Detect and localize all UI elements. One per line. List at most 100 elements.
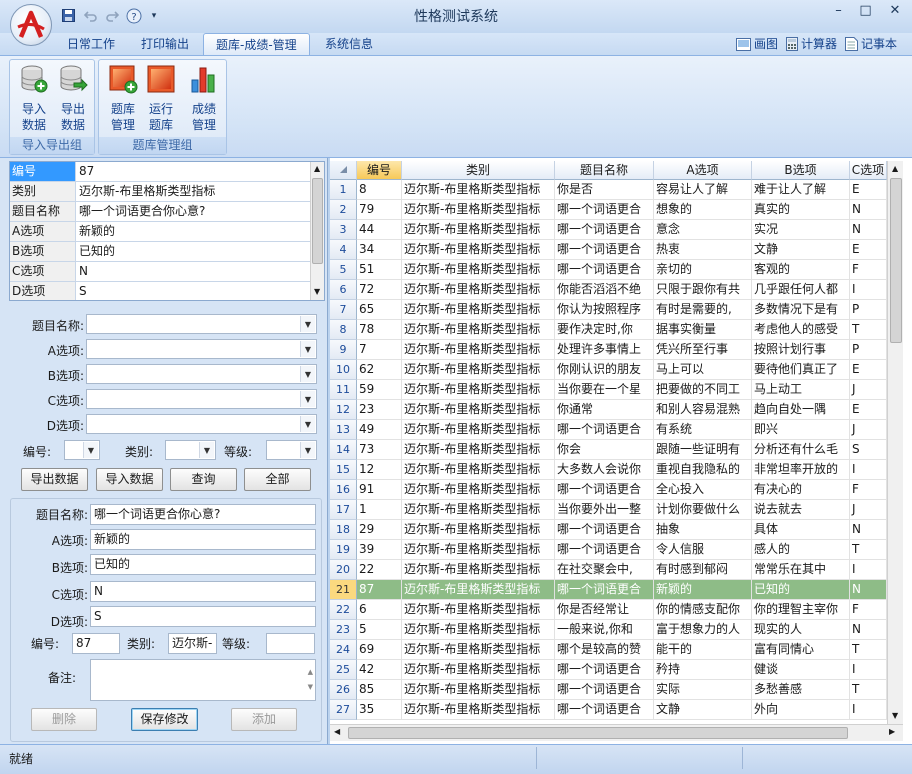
chevron-down-icon[interactable]: ▼ — [199, 442, 214, 458]
chevron-down-icon[interactable]: ▼ — [300, 391, 315, 407]
cell-question[interactable]: 你认为按照程序 — [555, 300, 654, 319]
cell-option-b[interactable]: 已知的 — [752, 580, 850, 599]
cell-option-c[interactable]: P — [850, 340, 887, 359]
cell-option-a[interactable]: 你的情感支配你 — [654, 600, 752, 619]
row-header[interactable]: 19 — [330, 540, 357, 560]
cell-option-c[interactable]: I — [850, 280, 887, 299]
detail-row-option-d[interactable]: D选项 S — [10, 282, 312, 300]
cell-option-c[interactable]: N — [850, 520, 887, 539]
cell-option-c[interactable]: T — [850, 680, 887, 699]
cell-id[interactable]: 91 — [357, 480, 402, 499]
minimize-button[interactable]: – — [825, 0, 852, 21]
cell-question[interactable]: 你会 — [555, 440, 654, 459]
cell-option-c[interactable]: J — [850, 380, 887, 399]
cell-category[interactable]: 迈尔斯-布里格斯类型指标 — [402, 440, 555, 459]
tab-daily-work[interactable]: 日常工作 — [55, 33, 127, 55]
chevron-down-icon[interactable]: ▼ — [300, 341, 315, 357]
table-row[interactable]: 12 迈尔斯-布里格斯类型指标 大多数人会说你 重视自我隐私的 非常坦率开放的 I — [357, 460, 887, 480]
cell-option-a[interactable]: 抽象 — [654, 520, 752, 539]
cell-option-b[interactable]: 现实的人 — [752, 620, 850, 639]
cell-option-b[interactable]: 考虑他人的感受 — [752, 320, 850, 339]
cell-option-a[interactable]: 令人信服 — [654, 540, 752, 559]
cell-option-b[interactable]: 马上动工 — [752, 380, 850, 399]
cell-category[interactable]: 迈尔斯-布里格斯类型指标 — [402, 280, 555, 299]
table-row[interactable]: 22 迈尔斯-布里格斯类型指标 在社交聚会中, 有时感到郁闷 常常乐在其中 I — [357, 560, 887, 580]
table-row[interactable]: 42 迈尔斯-布里格斯类型指标 哪一个词语更合 矜持 健谈 I — [357, 660, 887, 680]
cell-option-b[interactable]: 健谈 — [752, 660, 850, 679]
cell-option-a[interactable]: 想象的 — [654, 200, 752, 219]
cell-id[interactable]: 35 — [357, 700, 402, 719]
cell-question[interactable]: 一般来说,你和 — [555, 620, 654, 639]
cell-option-a[interactable]: 跟随一些证明有 — [654, 440, 752, 459]
cell-category[interactable]: 迈尔斯-布里格斯类型指标 — [402, 240, 555, 259]
column-header-id[interactable]: 编号 — [357, 161, 402, 180]
row-header[interactable]: 14 — [330, 440, 357, 460]
scroll-up-icon[interactable]: ▲ — [892, 164, 898, 173]
grid-horizontal-scrollbar[interactable]: ◀ ▶ — [330, 724, 903, 741]
cell-id[interactable]: 85 — [357, 680, 402, 699]
cell-option-b[interactable]: 按照计划行事 — [752, 340, 850, 359]
cell-option-c[interactable]: T — [850, 320, 887, 339]
row-header[interactable]: 2 — [330, 200, 357, 220]
table-row[interactable]: 8 迈尔斯-布里格斯类型指标 你是否 容易让人了解 难于让人了解 E — [357, 180, 887, 200]
cell-option-a[interactable]: 和别人容易混熟 — [654, 400, 752, 419]
cell-option-b[interactable]: 多数情况下是有 — [752, 300, 850, 319]
cell-category[interactable]: 迈尔斯-布里格斯类型指标 — [402, 320, 555, 339]
scroll-right-icon[interactable]: ▶ — [889, 727, 895, 736]
cell-category[interactable]: 迈尔斯-布里格斯类型指标 — [402, 580, 555, 599]
cell-question[interactable]: 当你要在一个星 — [555, 380, 654, 399]
cell-option-c[interactable]: F — [850, 260, 887, 279]
cell-category[interactable]: 迈尔斯-布里格斯类型指标 — [402, 420, 555, 439]
cell-option-a[interactable]: 亲切的 — [654, 260, 752, 279]
cell-option-a[interactable]: 计划你要做什么 — [654, 500, 752, 519]
scroll-down-icon[interactable]: ▼ — [314, 287, 320, 296]
table-row[interactable]: 7 迈尔斯-布里格斯类型指标 处理许多事情上 凭兴所至行事 按照计划行事 P — [357, 340, 887, 360]
scroll-down-icon[interactable]: ▼ — [892, 711, 898, 720]
export-data-button[interactable]: 导出数据 — [21, 468, 88, 491]
search-b-combo[interactable]: ▼ — [86, 364, 317, 384]
cell-id[interactable]: 22 — [357, 560, 402, 579]
query-button[interactable]: 查询 — [170, 468, 237, 491]
cell-option-b[interactable]: 趋向自处一隅 — [752, 400, 850, 419]
search-c-combo[interactable]: ▼ — [86, 389, 317, 409]
cell-id[interactable]: 69 — [357, 640, 402, 659]
cell-option-c[interactable]: I — [850, 560, 887, 579]
cell-id[interactable]: 65 — [357, 300, 402, 319]
cell-category[interactable]: 迈尔斯-布里格斯类型指标 — [402, 640, 555, 659]
cell-option-b[interactable]: 即兴 — [752, 420, 850, 439]
cell-option-a[interactable]: 有时是需要的, — [654, 300, 752, 319]
cell-option-c[interactable]: J — [850, 420, 887, 439]
column-header-question[interactable]: 题目名称 — [555, 161, 654, 180]
cell-id[interactable]: 59 — [357, 380, 402, 399]
cell-id[interactable]: 78 — [357, 320, 402, 339]
cell-question[interactable]: 你是否经常让 — [555, 600, 654, 619]
table-row[interactable]: 44 迈尔斯-布里格斯类型指标 哪一个词语更合 意念 实况 N — [357, 220, 887, 240]
cell-category[interactable]: 迈尔斯-布里格斯类型指标 — [402, 600, 555, 619]
save-changes-button[interactable]: 保存修改 — [131, 708, 198, 731]
cell-id[interactable]: 72 — [357, 280, 402, 299]
search-a-combo[interactable]: ▼ — [86, 339, 317, 359]
table-row[interactable]: 6 迈尔斯-布里格斯类型指标 你是否经常让 你的情感支配你 你的理智主宰你 F — [357, 600, 887, 620]
cell-option-a[interactable]: 有时感到郁闷 — [654, 560, 752, 579]
row-header[interactable]: 17 — [330, 500, 357, 520]
cell-option-c[interactable]: P — [850, 300, 887, 319]
cell-id[interactable]: 6 — [357, 600, 402, 619]
cell-option-c[interactable]: I — [850, 460, 887, 479]
table-row[interactable]: 91 迈尔斯-布里格斯类型指标 哪一个词语更合 全心投入 有决心的 F — [357, 480, 887, 500]
detail-row-category[interactable]: 类别 迈尔斯-布里格斯类型指标 — [10, 182, 312, 202]
cell-option-b[interactable]: 难于让人了解 — [752, 180, 850, 199]
cell-question[interactable]: 你能否滔滔不绝 — [555, 280, 654, 299]
cell-option-b[interactable]: 有决心的 — [752, 480, 850, 499]
cell-option-a[interactable]: 重视自我隐私的 — [654, 460, 752, 479]
import-data-button[interactable]: 导入数据 — [96, 468, 163, 491]
cell-option-a[interactable]: 新颖的 — [654, 580, 752, 599]
cell-option-a[interactable]: 只限于跟你有共 — [654, 280, 752, 299]
add-button[interactable]: 添加 — [231, 708, 297, 731]
tab-print-output[interactable]: 打印输出 — [129, 33, 201, 55]
row-header[interactable]: 26 — [330, 680, 357, 700]
cell-option-b[interactable]: 外向 — [752, 700, 850, 719]
row-header[interactable]: 11 — [330, 380, 357, 400]
row-header[interactable]: 23 — [330, 620, 357, 640]
cell-option-a[interactable]: 文静 — [654, 700, 752, 719]
cell-category[interactable]: 迈尔斯-布里格斯类型指标 — [402, 520, 555, 539]
